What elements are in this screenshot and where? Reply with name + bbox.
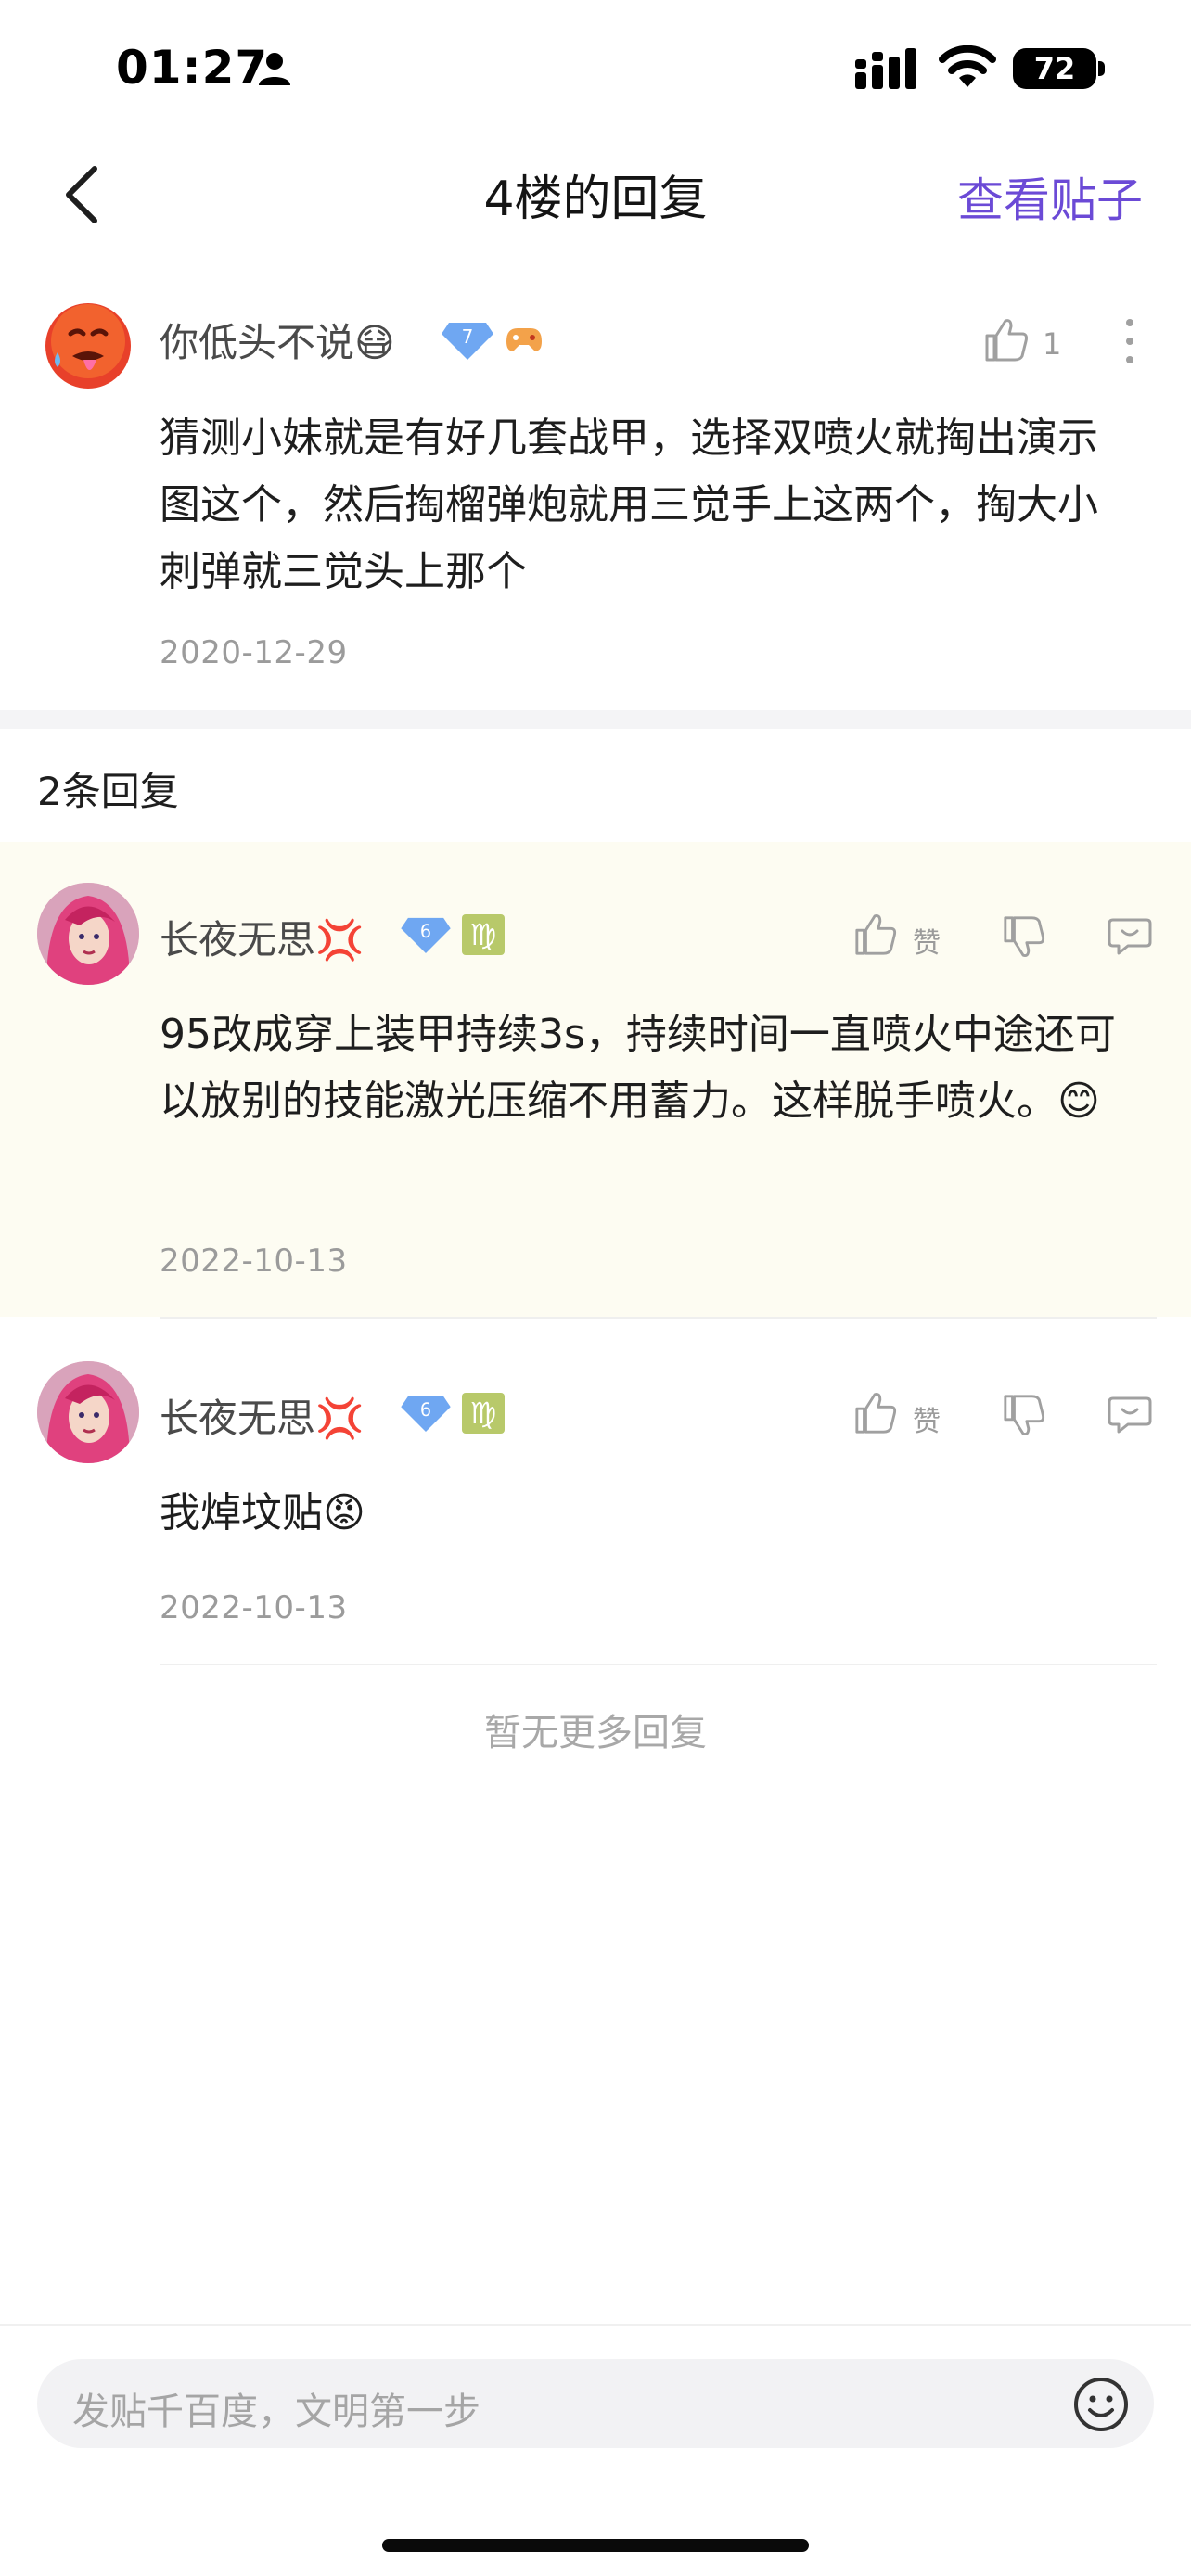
emoji-icon[interactable]: [1072, 2376, 1130, 2433]
zodiac-badge: ♍: [462, 1393, 505, 1434]
reply-divider: [160, 1317, 1157, 1319]
view-post-link[interactable]: 查看贴子: [957, 163, 1143, 230]
reply-input-placeholder: 发贴千百度，文明第一步: [72, 2391, 480, 2433]
level-badge-icon: 6: [401, 1396, 451, 1432]
thumbs-up-icon[interactable]: [853, 1391, 898, 1435]
level-badge-icon: 6: [401, 917, 451, 953]
bottom-divider: [0, 2324, 1191, 2326]
post-date: 2020-12-29: [160, 634, 348, 671]
more-options-icon[interactable]: [1121, 313, 1139, 369]
comment-bubble-icon[interactable]: [1108, 912, 1152, 957]
status-bar: 01:27 72: [0, 0, 1191, 139]
reply-date: 2022-10-13: [160, 1589, 348, 1626]
like-count: 1: [1043, 326, 1062, 362]
svg-text:7: 7: [462, 325, 474, 348]
avatar-image: [37, 883, 139, 985]
reply-input[interactable]: 发贴千百度，文明第一步: [37, 2359, 1154, 2448]
cellular-signal-icon: [855, 48, 916, 89]
reply-content: 我焯坟贴😡: [160, 1489, 365, 1537]
avatar[interactable]: [37, 295, 139, 397]
thumbs-up-icon[interactable]: [983, 317, 1030, 363]
battery-indicator: 72: [1013, 48, 1096, 89]
wifi-icon: [939, 45, 996, 87]
home-indicator: [382, 2539, 809, 2552]
zodiac-badge: ♍: [462, 914, 505, 955]
svg-text:6: 6: [420, 1399, 431, 1421]
username[interactable]: 你低头不说😷: [160, 312, 395, 368]
reply-divider: [160, 1664, 1157, 1665]
reply-date: 2022-10-13: [160, 1243, 348, 1280]
thumbs-down-icon[interactable]: [1002, 914, 1046, 959]
section-divider: [0, 710, 1191, 729]
thumbs-down-icon[interactable]: [1002, 1393, 1046, 1437]
svg-text:6: 6: [420, 921, 431, 942]
person-icon: [259, 53, 290, 85]
post-content: 猜测小妹就是有好几套战甲，选择双喷火就掏出演示图这个，然后掏榴弹炮就用三觉手上这…: [160, 414, 1098, 595]
reply-count: 2条回复: [37, 769, 179, 814]
reply-username[interactable]: 长夜无思💢: [160, 909, 364, 965]
reply-username[interactable]: 长夜无思💢: [160, 1387, 364, 1444]
reply-content: 95改成穿上装甲持续3s，持续时间一直喷火中途还可以放别的技能激光压缩不用蓄力。…: [160, 1011, 1116, 1125]
gamepad-badge-icon: [506, 328, 542, 351]
hot-face-emoji-icon: [45, 303, 131, 389]
thumbs-up-icon[interactable]: [853, 912, 898, 957]
no-more-replies: 暂无更多回复: [484, 1712, 707, 1754]
status-time: 01:27: [116, 41, 269, 95]
like-label[interactable]: 赞: [913, 1398, 941, 1439]
avatar[interactable]: [37, 883, 139, 985]
comment-bubble-icon[interactable]: [1108, 1391, 1152, 1435]
battery-nub: [1098, 61, 1105, 76]
avatar-image: [37, 1361, 139, 1463]
avatar[interactable]: [37, 1361, 139, 1463]
level-badge-icon: 7: [442, 323, 493, 360]
like-label[interactable]: 赞: [913, 920, 941, 961]
